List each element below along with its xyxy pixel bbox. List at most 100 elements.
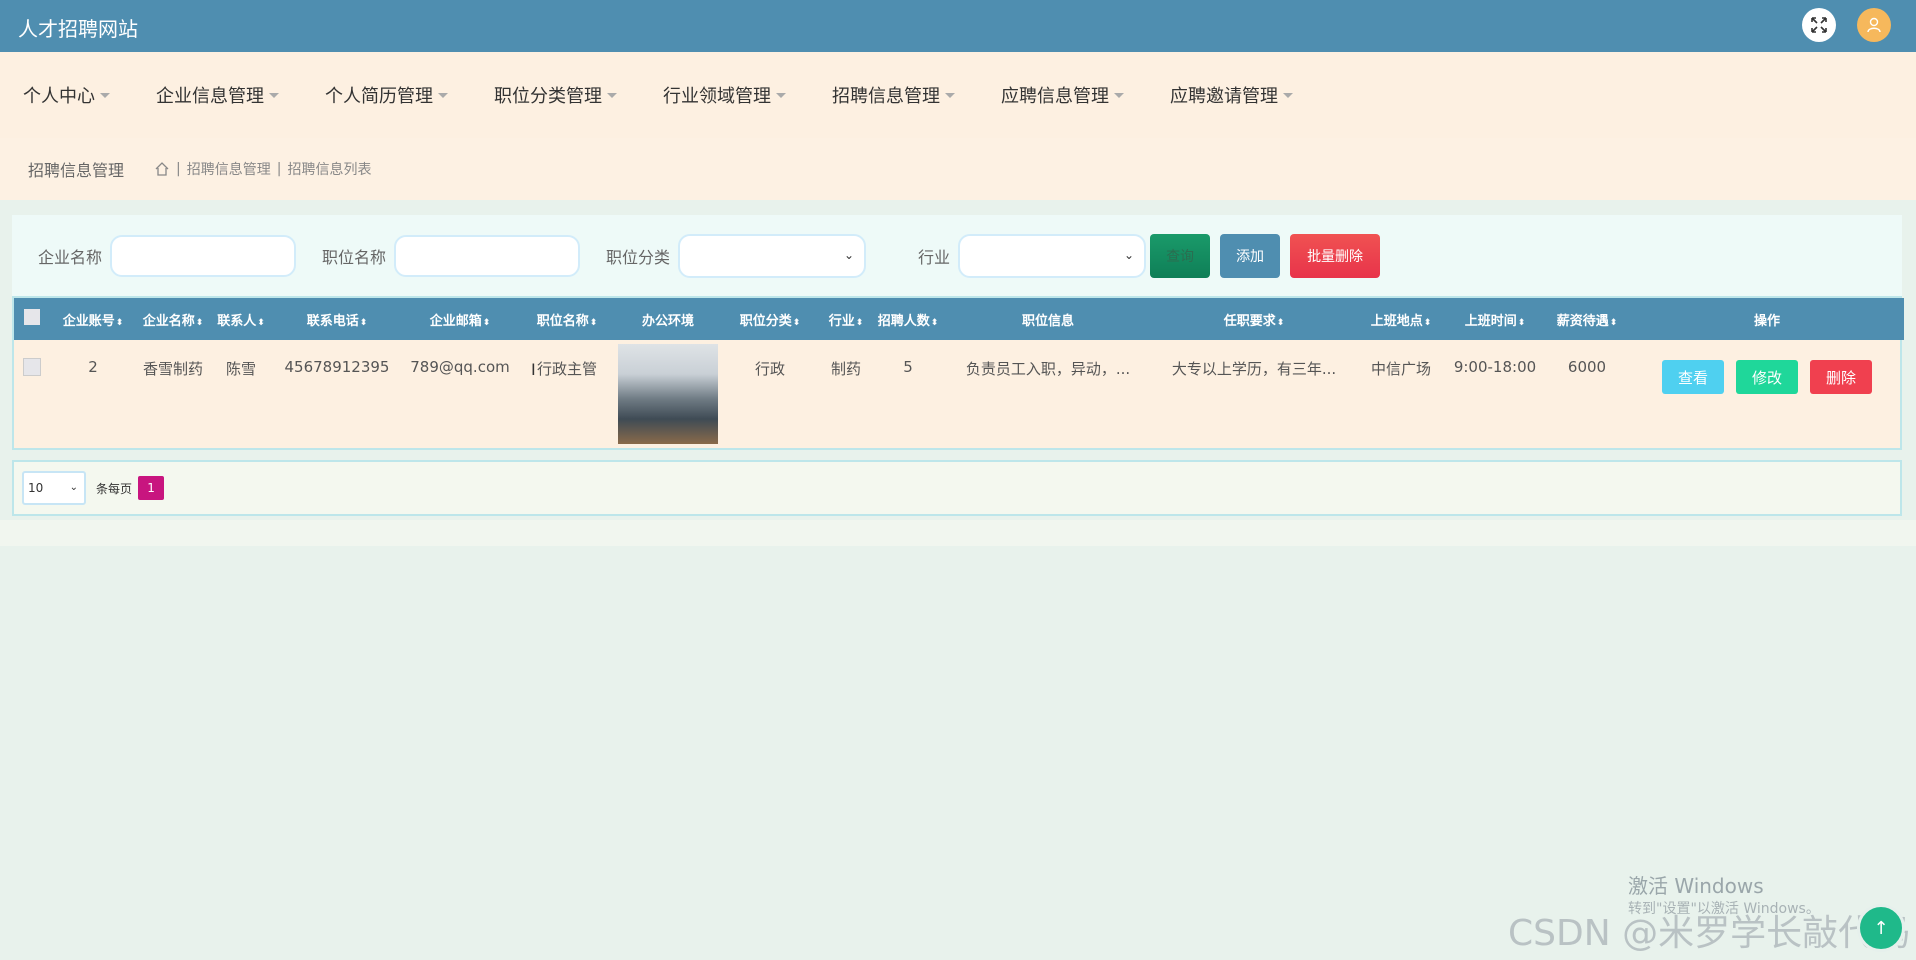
- csdn-watermark: CSDN @米罗学长敲代码: [1508, 913, 1911, 954]
- page-size-select[interactable]: 10 ⌄: [22, 471, 86, 505]
- page-number-button[interactable]: 1: [138, 476, 165, 500]
- batch-delete-button[interactable]: 批量删除: [1290, 234, 1381, 278]
- nav-item-personal-center[interactable]: 个人中心: [0, 82, 110, 108]
- column-header[interactable]: 薪资待遇⬍: [1544, 298, 1630, 340]
- sort-icon[interactable]: ⬍: [590, 318, 598, 328]
- company-name-input[interactable]: [110, 235, 297, 277]
- windows-activation-text: 激活 Windows: [1628, 874, 1764, 898]
- column-header[interactable]: 任职要求⬍: [1152, 298, 1356, 340]
- column-header: 办公环境: [616, 298, 720, 340]
- column-header[interactable]: 行业⬍: [820, 298, 872, 340]
- header-label: 操作: [1753, 313, 1780, 329]
- column-header[interactable]: 招聘人数⬍: [872, 298, 944, 340]
- per-page-label: 条每页: [96, 481, 133, 496]
- company-name-label: 企业名称: [38, 248, 103, 267]
- home-icon[interactable]: [154, 161, 170, 177]
- nav-item-industry[interactable]: 行业领域管理: [640, 82, 786, 108]
- sort-icon[interactable]: ⬍: [360, 318, 368, 328]
- nav-label: 应聘邀请管理: [1170, 86, 1278, 107]
- column-header[interactable]: 企业邮箱⬍: [402, 298, 518, 340]
- cell-position: 行政主管: [536, 360, 597, 378]
- nav-item-company-info[interactable]: 企业信息管理: [133, 82, 279, 108]
- nav-label: 企业信息管理: [156, 86, 264, 107]
- header-label: 上班时间: [1464, 313, 1517, 329]
- cell-requirement: 大专以上学历，有三年...: [1171, 360, 1337, 378]
- sort-icon[interactable]: ⬍: [257, 318, 265, 328]
- nav-item-application[interactable]: 应聘信息管理: [978, 82, 1124, 108]
- page-title: 招聘信息管理: [28, 161, 125, 180]
- industry-select[interactable]: ⌄: [958, 234, 1147, 278]
- column-header: 职位信息: [944, 298, 1152, 340]
- nav-item-position-category[interactable]: 职位分类管理: [471, 82, 617, 108]
- column-header[interactable]: 上班时间⬍: [1446, 298, 1544, 340]
- table-header-row: 企业账号⬍ 企业名称⬍ 联系人⬍ 联系电话⬍ 企业邮箱⬍ 职位名称⬍ 办公环境 …: [14, 298, 1904, 340]
- column-header[interactable]: 企业名称⬍: [136, 298, 210, 340]
- column-header[interactable]: 职位名称⬍: [518, 298, 616, 340]
- caret-down-icon: [607, 92, 617, 98]
- view-button[interactable]: 查看: [1662, 360, 1724, 394]
- sort-icon[interactable]: ⬍: [793, 318, 801, 328]
- sort-icon[interactable]: ⬍: [116, 318, 124, 328]
- sort-icon[interactable]: ⬍: [483, 318, 491, 328]
- header-label: 办公环境: [641, 313, 694, 329]
- header-label: 企业邮箱: [429, 313, 482, 329]
- sort-icon[interactable]: ⬍: [1518, 318, 1526, 328]
- page-size-value: 10: [28, 481, 44, 495]
- user-icon: [1867, 17, 1881, 33]
- column-header[interactable]: 企业账号⬍: [50, 298, 136, 340]
- app-title: 人才招聘网站: [18, 17, 138, 41]
- caret-down-icon: [776, 92, 786, 98]
- position-name-input[interactable]: [394, 235, 581, 277]
- header-label: 职位信息: [1021, 313, 1074, 329]
- cell-account: 2: [88, 358, 98, 376]
- column-header[interactable]: 上班地点⬍: [1356, 298, 1446, 340]
- header-label: 任职要求: [1223, 313, 1276, 329]
- breadcrumb-item[interactable]: 招聘信息管理: [187, 159, 271, 179]
- header-label: 企业账号: [62, 313, 115, 329]
- column-header: 操作: [1630, 298, 1904, 340]
- position-category-label: 职位分类: [606, 248, 671, 267]
- avatar-button[interactable]: [1857, 8, 1891, 42]
- header-label: 职位分类: [739, 313, 792, 329]
- top-bar: 人才招聘网站: [0, 0, 1916, 52]
- edit-button[interactable]: 修改: [1736, 360, 1798, 394]
- pagination: 10 ⌄ 条每页 1: [12, 460, 1902, 516]
- delete-button[interactable]: 删除: [1810, 360, 1872, 394]
- cell-info: 负责员工入职，异动，...: [965, 360, 1131, 378]
- select-all-checkbox[interactable]: [14, 298, 50, 340]
- sort-icon[interactable]: ⬍: [856, 318, 864, 328]
- breadcrumb-bar: 招聘信息管理 | 招聘信息管理 | 招聘信息列表: [0, 138, 1916, 200]
- checkbox-icon[interactable]: [24, 309, 40, 325]
- back-to-top-button[interactable]: ↑: [1857, 904, 1905, 952]
- search-button[interactable]: 查询: [1150, 234, 1211, 278]
- nav-label: 应聘信息管理: [1001, 86, 1109, 107]
- column-header[interactable]: 联系电话⬍: [272, 298, 402, 340]
- nav-label: 行业领域管理: [663, 86, 771, 107]
- header-label: 行业: [828, 313, 855, 329]
- nav-item-recruitment[interactable]: 招聘信息管理: [809, 82, 955, 108]
- office-photo[interactable]: [618, 344, 718, 444]
- text-cursor-icon: I: [531, 360, 536, 379]
- header-label: 企业名称: [142, 313, 195, 329]
- column-header[interactable]: 联系人⬍: [210, 298, 272, 340]
- nav-item-resume[interactable]: 个人简历管理: [302, 82, 448, 108]
- cell-hours: 9:00-18:00: [1453, 358, 1537, 376]
- fullscreen-button[interactable]: [1802, 8, 1836, 42]
- position-name-label: 职位名称: [322, 248, 387, 267]
- position-category-select[interactable]: ⌄: [678, 234, 867, 278]
- cell-salary: 6000: [1567, 358, 1607, 376]
- arrow-up-icon: ↑: [1873, 917, 1889, 939]
- sort-icon[interactable]: ⬍: [1610, 318, 1618, 328]
- nav-label: 个人简历管理: [325, 86, 433, 107]
- header-label: 薪资待遇: [1556, 313, 1609, 329]
- sort-icon[interactable]: ⬍: [1277, 318, 1285, 328]
- row-checkbox[interactable]: [23, 358, 41, 376]
- sort-icon[interactable]: ⬍: [931, 318, 939, 328]
- sort-icon[interactable]: ⬍: [196, 318, 204, 328]
- table-row: 2 香雪制药 陈雪 45678912395 789@qq.com 行政主管 行政…: [14, 340, 1904, 449]
- add-button[interactable]: 添加: [1220, 234, 1281, 278]
- caret-down-icon: [1283, 92, 1293, 98]
- sort-icon[interactable]: ⬍: [1424, 318, 1432, 328]
- nav-item-invitation[interactable]: 应聘邀请管理: [1147, 82, 1293, 108]
- column-header[interactable]: 职位分类⬍: [720, 298, 820, 340]
